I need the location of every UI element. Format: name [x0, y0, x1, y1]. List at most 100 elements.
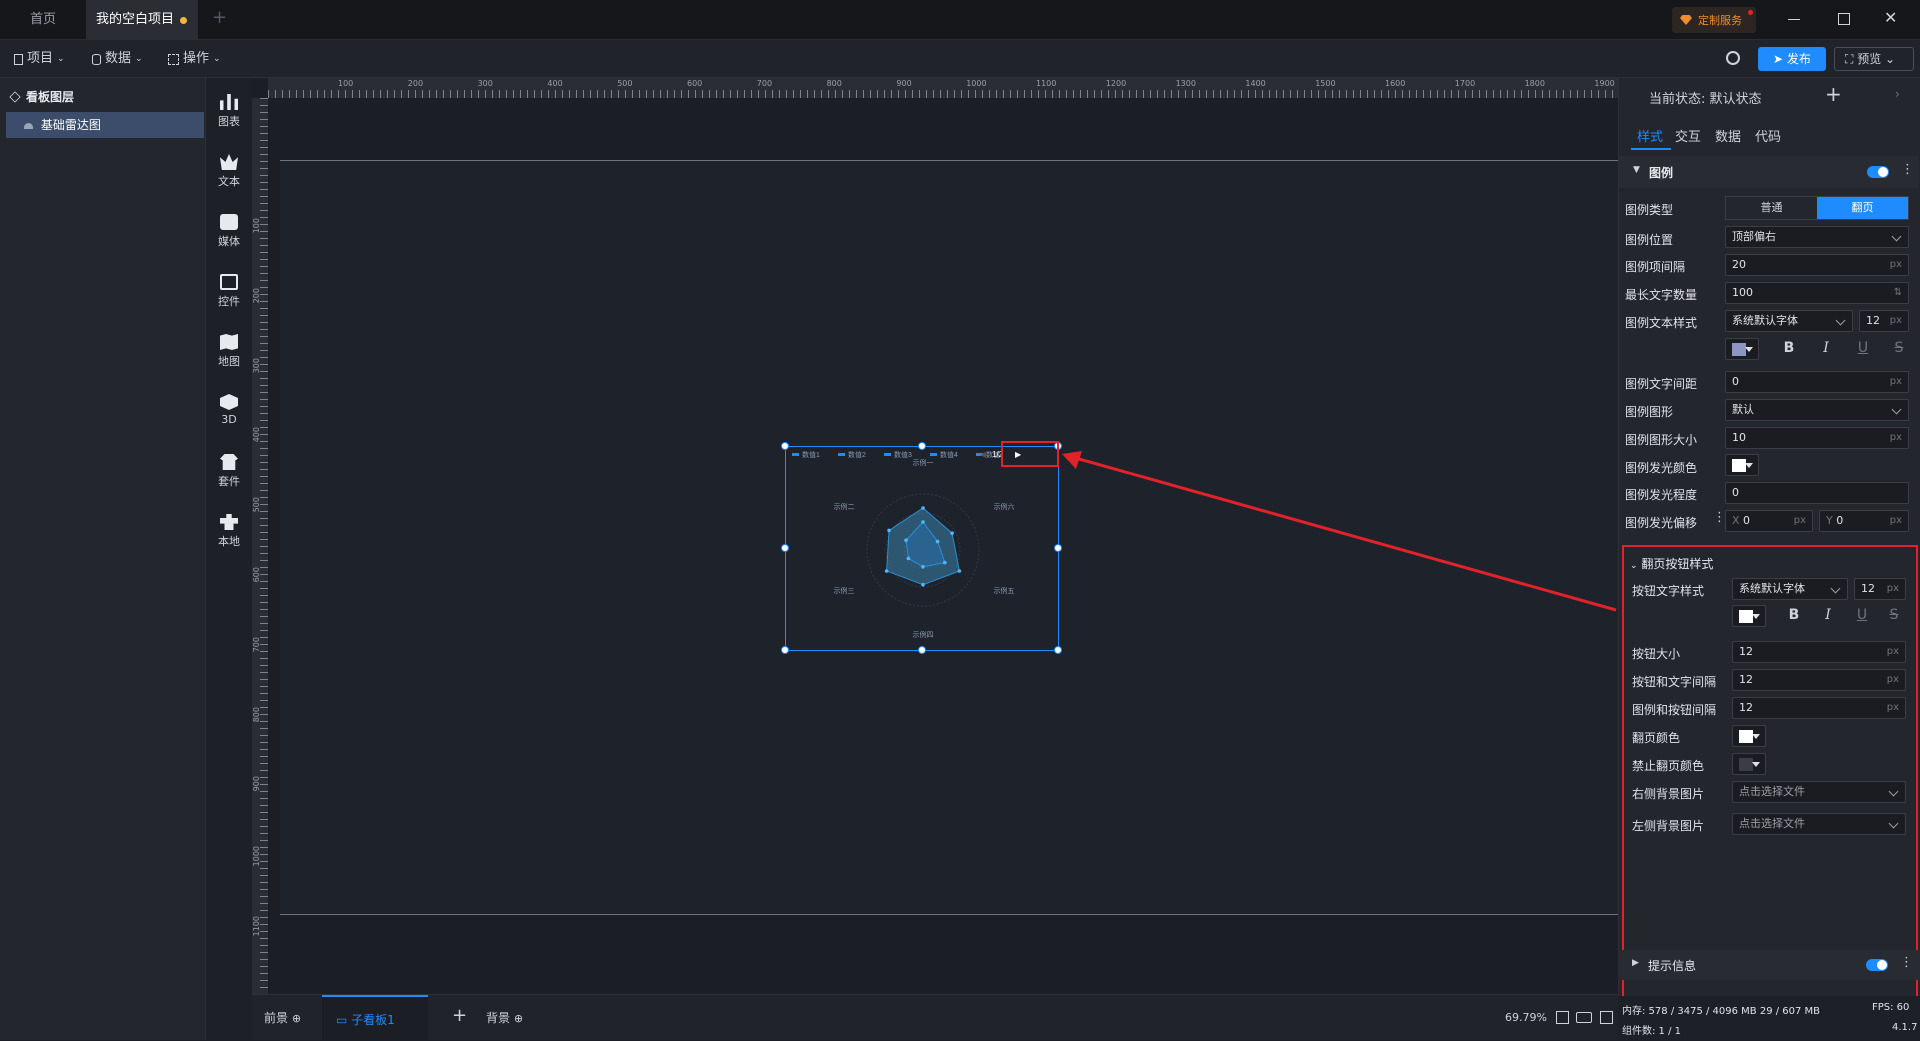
zoom-level[interactable]: 69.79%: [1505, 1011, 1547, 1024]
resize-handle[interactable]: [781, 442, 789, 450]
button-text-gap-input[interactable]: 12 px: [1732, 669, 1906, 691]
tab-foreground[interactable]: 前景 ⊕: [264, 1009, 301, 1026]
legend-text-color-picker[interactable]: [1725, 338, 1759, 360]
new-tab-icon[interactable]: +: [212, 9, 228, 27]
restore-icon[interactable]: [1838, 13, 1850, 25]
shirt-icon: [220, 454, 238, 470]
disabled-color-picker[interactable]: [1732, 753, 1766, 775]
letter-spacing-input[interactable]: 0 px: [1725, 371, 1909, 393]
tool-widget[interactable]: 控件: [206, 266, 252, 322]
radar-chart-widget[interactable]: 数值1 数值2 数值3 数值4 数值 ◀ 1/2 ▶ 示例一 示例二 示例三 示例四 示例五 示例六: [781, 442, 1062, 654]
tool-3d[interactable]: 3D: [206, 386, 252, 442]
tab-home[interactable]: 首页: [10, 0, 76, 40]
stepper-icon[interactable]: ⇅: [1894, 283, 1902, 303]
add-board-icon[interactable]: +: [452, 1005, 467, 1026]
radar-indicator-label: 示例二: [834, 502, 855, 511]
tab-data[interactable]: 数据: [1715, 126, 1741, 145]
button-text-color-picker[interactable]: [1732, 605, 1766, 627]
menu-operate[interactable]: 操作 ⌄: [168, 40, 221, 78]
paging-section-header[interactable]: ⌄ 翻页按钮样式: [1630, 555, 1713, 572]
layers-header: 看板图层: [9, 88, 74, 105]
glow-color-picker[interactable]: [1725, 454, 1759, 476]
button-font-size-input[interactable]: 12 px: [1854, 578, 1906, 600]
legend-font-select[interactable]: 系统默认字体: [1725, 310, 1853, 332]
legend-toggle[interactable]: [1867, 166, 1889, 178]
preview-button[interactable]: ⛶ 预览 ⌄: [1834, 47, 1914, 71]
tool-local[interactable]: 本地: [206, 506, 252, 562]
bold-button[interactable]: B: [1779, 340, 1799, 356]
legend-section-header[interactable]: ▼ 图例 ⋮: [1619, 156, 1919, 188]
resize-handle[interactable]: [918, 442, 926, 450]
legend-font-size-input[interactable]: 12 px: [1859, 310, 1909, 332]
legend-type-normal[interactable]: 普通: [1726, 197, 1817, 219]
minimize-icon[interactable]: [1788, 19, 1800, 20]
tab-style[interactable]: 样式: [1637, 126, 1663, 145]
strikethrough-button[interactable]: S: [1889, 340, 1909, 356]
legend-type-paging[interactable]: 翻页: [1817, 197, 1908, 219]
menu-project[interactable]: 项目 ⌄: [14, 40, 65, 78]
file-icon: [14, 53, 23, 65]
add-circle-icon[interactable]: ⊕: [292, 1012, 301, 1025]
tab-background[interactable]: 背景 ⊕: [486, 1009, 523, 1026]
legend-gap-label: 图例项间隔: [1625, 260, 1686, 274]
glow-level-input[interactable]: 0: [1725, 482, 1909, 504]
left-bg-image-select[interactable]: 点击选择文件: [1732, 813, 1906, 835]
tab-interaction[interactable]: 交互: [1675, 126, 1701, 145]
bold-button[interactable]: B: [1784, 607, 1804, 623]
right-bg-image-select[interactable]: 点击选择文件: [1732, 781, 1906, 803]
legend-gap-input[interactable]: 20 px: [1725, 254, 1909, 276]
legend-shape-select[interactable]: 默认: [1725, 399, 1909, 421]
strikethrough-button[interactable]: S: [1884, 607, 1904, 623]
custom-service-button[interactable]: 定制服务: [1672, 7, 1756, 33]
fit-screen-icon[interactable]: [1556, 1011, 1569, 1024]
tool-media[interactable]: 媒体: [206, 206, 252, 262]
tab-project[interactable]: 我的空白项目: [86, 0, 198, 40]
glow-offset-label: 图例发光偏移: [1625, 516, 1698, 530]
legend-position-select[interactable]: 顶部偏右: [1725, 226, 1909, 248]
menu-data[interactable]: 数据 ⌄: [92, 40, 143, 78]
tooltip-section-title: 提示信息: [1648, 959, 1697, 973]
tab-code[interactable]: 代码: [1755, 126, 1781, 145]
max-text-input[interactable]: 100 ⇅: [1725, 282, 1909, 304]
tool-chart-label: 图表: [218, 115, 240, 128]
more-icon[interactable]: ⋮: [1900, 955, 1913, 970]
resize-handle[interactable]: [1054, 646, 1062, 654]
add-circle-icon[interactable]: ⊕: [514, 1012, 523, 1025]
tool-map[interactable]: 地图: [206, 326, 252, 382]
italic-button[interactable]: I: [1818, 607, 1838, 623]
close-icon[interactable]: ✕: [1884, 8, 1897, 27]
caret-down-icon: [1752, 614, 1760, 619]
glow-offset-x-input[interactable]: X 0 px: [1725, 510, 1813, 532]
underline-button[interactable]: U: [1853, 340, 1873, 356]
radar-point: [921, 506, 925, 510]
left-bg-image-placeholder: 点击选择文件: [1739, 817, 1805, 830]
more-icon[interactable]: ⋮: [1901, 162, 1914, 177]
resize-handle[interactable]: [781, 544, 789, 552]
page-color-picker[interactable]: [1732, 725, 1766, 747]
button-size-input[interactable]: 12 px: [1732, 641, 1906, 663]
tool-kit[interactable]: 套件: [206, 446, 252, 502]
underline-button[interactable]: U: [1852, 607, 1872, 623]
italic-button[interactable]: I: [1816, 340, 1836, 356]
publish-button[interactable]: ➤ 发布: [1758, 47, 1826, 71]
chevron-right-icon[interactable]: ›: [1895, 87, 1900, 101]
layer-item-radar[interactable]: 基础雷达图: [6, 112, 204, 138]
button-font-select[interactable]: 系统默认字体: [1732, 578, 1848, 600]
legend-font-value: 系统默认字体: [1732, 314, 1798, 327]
tooltip-section-header[interactable]: ▶ 提示信息 ⋮: [1618, 950, 1920, 980]
tooltip-toggle[interactable]: [1866, 959, 1888, 971]
tool-map-label: 地图: [218, 355, 240, 368]
legend-button-gap-input[interactable]: 12 px: [1732, 697, 1906, 719]
resize-handle[interactable]: [918, 646, 926, 654]
chevron-down-icon: [1830, 583, 1841, 594]
glow-offset-y-input[interactable]: Y 0 px: [1819, 510, 1909, 532]
shape-size-input[interactable]: 10 px: [1725, 427, 1909, 449]
tab-sub-board[interactable]: ▭ 子看板1: [322, 995, 428, 1041]
keyboard-icon[interactable]: [1576, 1012, 1592, 1023]
add-state-icon[interactable]: +: [1825, 82, 1842, 106]
terminal-icon[interactable]: [1600, 1011, 1613, 1024]
tool-text[interactable]: 文本: [206, 146, 252, 202]
resize-handle[interactable]: [781, 646, 789, 654]
tool-chart[interactable]: 图表: [206, 86, 252, 142]
search-icon[interactable]: [1726, 51, 1740, 65]
